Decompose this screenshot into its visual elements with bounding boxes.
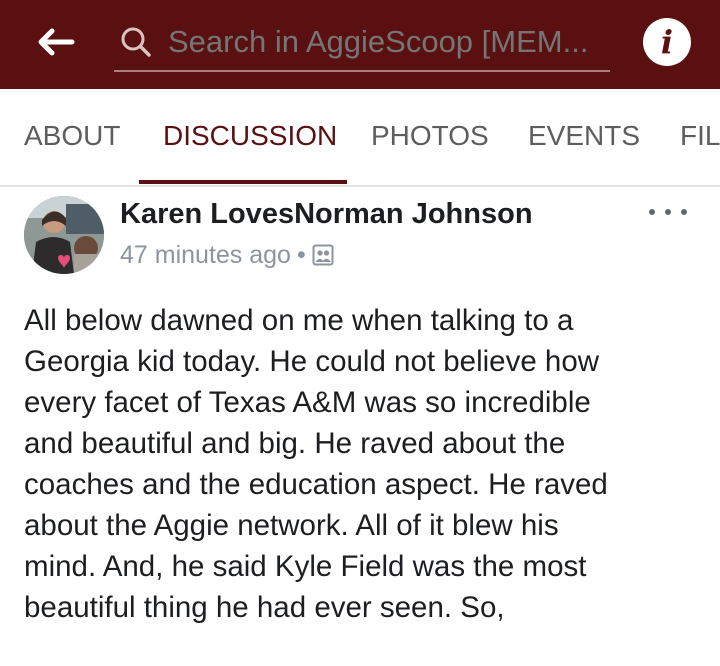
post-text-line: every facet of Texas A&M was so incredib… <box>24 386 591 419</box>
avatar[interactable] <box>24 196 104 274</box>
search-icon <box>121 27 151 57</box>
group-audience-icon <box>312 244 334 266</box>
info-icon[interactable]: i <box>643 18 691 66</box>
group-tabs: ABOUT DISCUSSION PHOTOS EVENTS FIL <box>0 89 720 187</box>
more-options-icon[interactable] <box>645 198 691 224</box>
search-input[interactable] <box>168 22 604 62</box>
info-glyph: i <box>660 23 674 61</box>
tab-files[interactable]: FIL <box>680 89 720 183</box>
post-text-line: about the Aggie network. All of it blew … <box>24 509 559 542</box>
post-text-line: All below dawned on me when talking to a <box>24 304 574 337</box>
tab-photos[interactable]: PHOTOS <box>371 89 489 183</box>
post-timestamp[interactable]: 47 minutes ago <box>120 241 291 269</box>
app-header: i <box>0 0 720 89</box>
tab-events[interactable]: EVENTS <box>528 89 640 183</box>
active-tab-indicator <box>139 180 347 184</box>
tab-discussion[interactable]: DISCUSSION <box>163 89 337 183</box>
post-text-line: Georgia kid today. He could not believe … <box>24 345 600 378</box>
back-arrow-icon[interactable] <box>30 22 80 62</box>
post-text-line: beautiful thing he had ever seen. So, <box>24 591 505 624</box>
tab-about[interactable]: ABOUT <box>24 89 120 183</box>
meta-separator: • <box>296 241 306 269</box>
search-bar[interactable] <box>114 16 610 72</box>
post-text-line: mind. And, he said Kyle Field was the mo… <box>24 550 587 583</box>
post-text-line: coaches and the education aspect. He rav… <box>24 468 608 501</box>
post-text: All below dawned on me when talking to a… <box>24 300 704 628</box>
post-meta: 47 minutes ago • <box>120 238 334 272</box>
post-author[interactable]: Karen LovesNorman Johnson <box>120 196 533 232</box>
post-text-line: and beautiful and big. He raved about th… <box>24 427 566 460</box>
